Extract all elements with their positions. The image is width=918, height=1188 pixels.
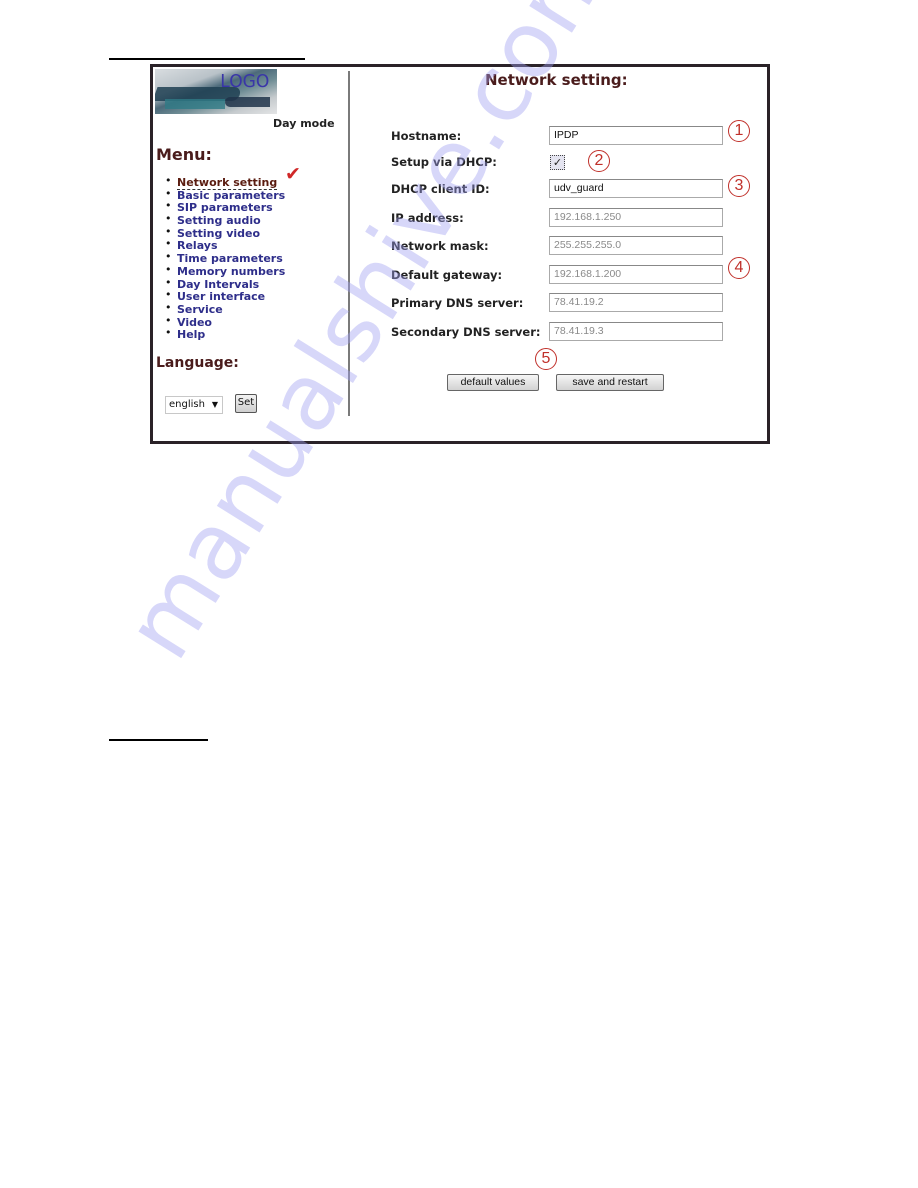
sidebar-link[interactable]: Help (177, 328, 205, 341)
sidebar-item-setting-audio[interactable]: Setting audio (165, 213, 285, 227)
sidebar-item-user-interface[interactable]: User interface (165, 289, 285, 303)
secondary-dns-label: Secondary DNS server: (391, 325, 541, 339)
column-divider (348, 71, 350, 416)
web-config-screenshot: LOGO Day mode Menu: Network setting ✔ Ba… (150, 64, 770, 444)
document-heading-underline (109, 58, 305, 60)
sidebar-menu: Network setting ✔ Basic parameters SIP p… (165, 165, 301, 341)
document-section-underline (109, 739, 208, 741)
annotation-badge-2: 2 (588, 150, 610, 172)
menu-heading: Menu: (156, 145, 212, 164)
default-values-button[interactable]: default values (447, 374, 539, 391)
ip-address-input[interactable]: 192.168.1.250 (549, 208, 723, 227)
save-and-restart-button[interactable]: save and restart (556, 374, 664, 391)
network-mask-label: Network mask: (391, 239, 489, 253)
primary-dns-input[interactable]: 78.41.19.2 (549, 293, 723, 312)
hostname-input[interactable]: IPDP (549, 126, 723, 145)
sidebar-item-time-parameters[interactable]: Time parameters (165, 251, 285, 265)
checkmark-icon: ✔ (285, 163, 301, 185)
sidebar-item-help[interactable]: Help (165, 327, 285, 341)
annotation-badge-1: 1 (728, 120, 750, 142)
sidebar-item-basic-parameters[interactable]: Basic parameters (165, 188, 285, 202)
sidebar-item-setting-video[interactable]: Setting video (165, 226, 285, 240)
sidebar-item-network-setting[interactable]: Network setting ✔ (165, 165, 301, 190)
sidebar-item-service[interactable]: Service (165, 302, 285, 316)
dhcp-client-id-label: DHCP client ID: (391, 182, 490, 196)
set-language-button[interactable]: Set (235, 394, 257, 413)
ip-address-label: IP address: (391, 211, 464, 225)
sidebar-item-relays[interactable]: Relays (165, 238, 285, 252)
dhcp-client-id-input[interactable]: udv_guard (549, 179, 723, 198)
annotation-badge-5: 5 (535, 348, 557, 370)
default-gateway-label: Default gateway: (391, 268, 503, 282)
day-mode-indicator: Day mode (273, 117, 335, 130)
network-mask-input[interactable]: 255.255.255.0 (549, 236, 723, 255)
page-title: Network setting: (485, 71, 628, 89)
default-gateway-input[interactable]: 192.168.1.200 (549, 265, 723, 284)
language-value: english (169, 399, 205, 410)
logo-image: LOGO (155, 69, 277, 114)
dropdown-arrow-icon: ▼ (211, 400, 218, 409)
primary-dns-label: Primary DNS server: (391, 296, 524, 310)
hostname-label: Hostname: (391, 129, 462, 143)
annotation-badge-3: 3 (728, 175, 750, 197)
sidebar-item-memory-numbers[interactable]: Memory numbers (165, 264, 285, 278)
sidebar-item-video[interactable]: Video (165, 315, 285, 329)
logo-text: LOGO (220, 71, 270, 92)
secondary-dns-input[interactable]: 78.41.19.3 (549, 322, 723, 341)
sidebar-item-sip-parameters[interactable]: SIP parameters (165, 200, 285, 214)
sidebar-item-day-intervals[interactable]: Day Intervals (165, 277, 285, 291)
annotation-badge-4: 4 (728, 257, 750, 279)
language-heading: Language: (156, 355, 239, 371)
dhcp-label: Setup via DHCP: (391, 155, 497, 169)
language-select[interactable]: english ▼ (165, 396, 223, 414)
dhcp-checkbox[interactable]: ✓ (550, 155, 565, 170)
